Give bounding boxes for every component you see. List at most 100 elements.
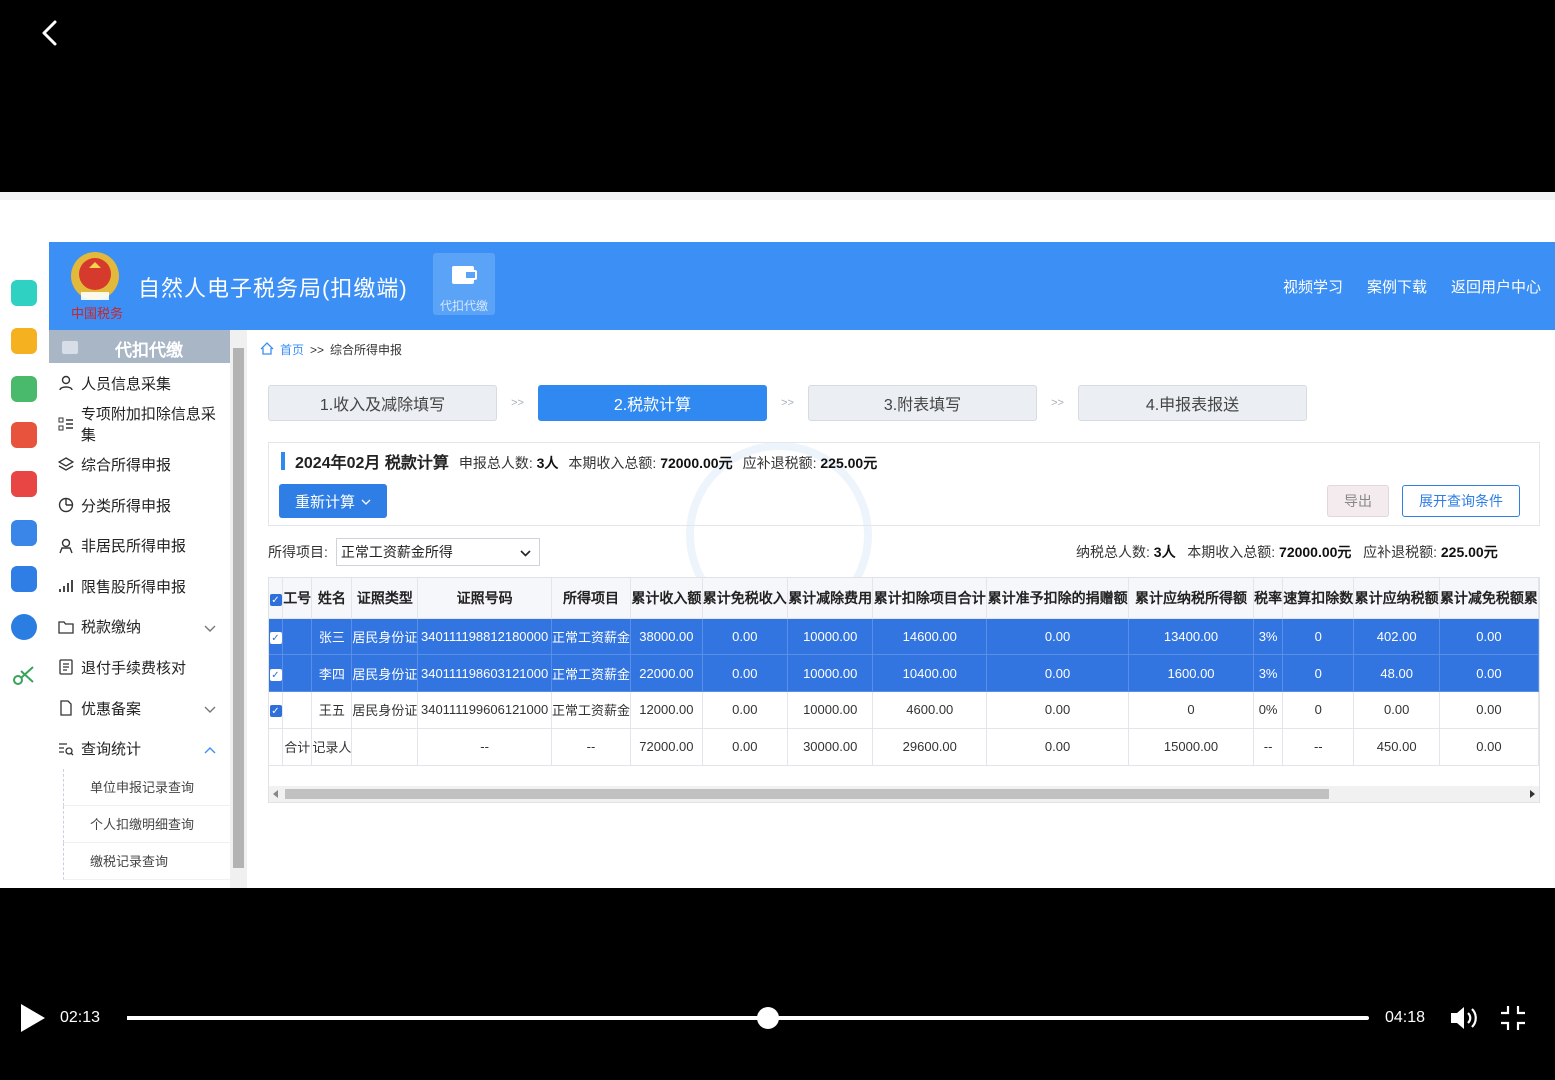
table-cell: 340111198812180000 <box>417 618 552 656</box>
sidebar-item-classified[interactable]: 分类所得申报 <box>49 485 230 526</box>
play-icon[interactable] <box>18 1002 48 1034</box>
col-header[interactable]: 累计免税收入 <box>702 578 789 619</box>
video-learning-link[interactable]: 视频学习 <box>1283 276 1343 297</box>
select-all-checkbox[interactable]: ✓ <box>269 578 283 619</box>
sidebar-item-non-resident[interactable]: 非居民所得申报 <box>49 525 230 566</box>
wallet-icon <box>452 266 477 284</box>
sidebar-item-special-deduction[interactable]: 专项附加扣除信息采集 <box>49 404 230 445</box>
sidebar-item-label: 税款缴纳 <box>81 619 142 637</box>
sidebar-item-personnel[interactable]: 人员信息采集 <box>49 363 230 404</box>
sidebar-item-query-stats[interactable]: 查询统计 <box>49 728 230 769</box>
sidebar-scrollbar[interactable] <box>230 330 247 888</box>
doc-ai-icon[interactable] <box>11 566 37 592</box>
col-header[interactable]: 累计准予扣除的捐赠额 <box>986 578 1129 619</box>
export-button[interactable]: 导出 <box>1327 485 1389 517</box>
sidebar-item-preferential-filing[interactable]: 优惠备案 <box>49 688 230 729</box>
star-app-icon[interactable] <box>11 328 37 354</box>
col-header[interactable]: 累计应纳税所得额 <box>1128 578 1255 619</box>
title-accent-bar <box>281 452 285 470</box>
col-header[interactable]: 累计应纳税额 <box>1353 578 1440 619</box>
table-cell: 15000.00 <box>1128 728 1255 766</box>
table-row[interactable]: ✓ 王五 居民身份证 340111199606121000 正常工资薪金 12000.00… <box>269 691 1539 729</box>
col-header[interactable]: 累计减除费用 <box>787 578 874 619</box>
row-checkbox[interactable]: ✓ <box>269 618 283 656</box>
breadcrumb-home[interactable]: 首页 <box>280 341 304 358</box>
sidebar-item-comprehensive[interactable]: 综合所得申报 <box>49 444 230 485</box>
step-submit[interactable]: 4.申报表报送 <box>1078 385 1307 421</box>
table-cell: 10000.00 <box>787 618 874 656</box>
back-arrow-icon[interactable] <box>36 18 66 48</box>
player-controls: 02:13 04:18 <box>0 990 1555 1050</box>
sub-item-personal-withholding-query[interactable]: 个人扣缴明细查询 <box>63 805 230 843</box>
col-header[interactable]: 证照类型 <box>351 578 419 619</box>
col-header[interactable]: 累计收入额 <box>630 578 703 619</box>
volume-icon[interactable] <box>1449 1004 1479 1032</box>
income-item-label: 所得项目: <box>268 544 328 560</box>
col-header[interactable]: 税率 <box>1253 578 1284 619</box>
sidebar-item-label: 分类所得申报 <box>81 497 172 515</box>
svg-text:中国税务: 中国税务 <box>71 306 123 322</box>
edit-ai-icon[interactable] <box>11 520 37 546</box>
sidebar-scroll-thumb[interactable] <box>233 348 244 868</box>
exit-fullscreen-icon[interactable] <box>1499 1004 1527 1032</box>
row-checkbox[interactable]: ✓ <box>269 691 283 729</box>
sidebar-item-label: 人员信息采集 <box>81 375 172 393</box>
table-cell: 340111198603121000 <box>417 654 552 693</box>
table-cell: 0.00 <box>986 654 1129 693</box>
scissors-icon[interactable] <box>11 662 37 688</box>
sidebar-item-refund-fee[interactable]: 退付手续费核对 <box>49 647 230 688</box>
totals-tax-value: 225.00元 <box>1440 544 1498 560</box>
translate-icon[interactable] <box>11 614 37 640</box>
step-attachment[interactable]: 3.附表填写 <box>808 385 1037 421</box>
pie-icon <box>57 496 75 514</box>
progress-knob[interactable] <box>756 1007 779 1029</box>
col-header[interactable]: 证照号码 <box>417 578 552 619</box>
income-label: 本期收入总额: <box>568 455 657 471</box>
table-cell: 10000.00 <box>787 691 874 729</box>
table-row[interactable]: ✓ 李四 居民身份证 340111198603121000 正常工资薪金 22000.00… <box>269 654 1539 693</box>
col-header[interactable]: 累计减免税额累 <box>1439 578 1539 619</box>
table-cell: 0.00 <box>986 728 1129 766</box>
totals-headcount-value: 3人 <box>1153 544 1176 560</box>
income-item-select[interactable]: 正常工资薪金所得 <box>335 538 540 566</box>
return-user-center-link[interactable]: 返回用户中心 <box>1451 276 1541 297</box>
col-header[interactable]: 所得项目 <box>551 578 632 619</box>
table-cell: 340111199606121000 <box>417 691 552 729</box>
step-income-deduction[interactable]: 1.收入及减除填写 <box>268 385 497 421</box>
row-checkbox[interactable]: ✓ <box>269 654 283 693</box>
sidebar-item-label: 退付手续费核对 <box>81 659 187 677</box>
module-tile-withholding[interactable]: 代扣代缴 <box>433 253 495 315</box>
step-wizard: 1.收入及减除填写 >> 2.税款计算 >> 3.附表填写 >> 4.申报表报送 <box>268 385 1307 421</box>
case-download-link[interactable]: 案例下载 <box>1367 276 1427 297</box>
table-cell: 0 <box>1128 691 1255 729</box>
record-ai-icon[interactable] <box>11 471 37 497</box>
scroll-right-icon[interactable] <box>1529 790 1535 798</box>
table-horizontal-scrollbar[interactable] <box>269 786 1539 802</box>
table-cell: 王五 <box>311 691 353 729</box>
sidebar-item-restricted-stock[interactable]: 限售股所得申报 <box>49 566 230 607</box>
tax-emblem-logo: 中国税务 <box>67 248 123 322</box>
sub-item-tax-payment-query[interactable]: 缴税记录查询 <box>63 842 230 880</box>
expand-query-button[interactable]: 展开查询条件 <box>1402 485 1520 517</box>
wallet-icon <box>62 341 78 354</box>
col-header[interactable]: 累计扣除项目合计 <box>872 578 988 619</box>
table-row[interactable]: ✓ 张三 居民身份证 340111198812180000 正常工资薪金 38000.00… <box>269 618 1539 656</box>
table-cell: 402.00 <box>1353 618 1440 656</box>
income-item-value: 正常工资薪金所得 <box>340 544 453 560</box>
recalculate-button[interactable]: 重新计算 <box>279 484 387 518</box>
col-header[interactable]: 速算扣除数 <box>1282 578 1355 619</box>
sidebar-item-tax-payment[interactable]: 税款缴纳 <box>49 607 230 648</box>
pdf-ai-icon[interactable] <box>11 422 37 448</box>
table-cell: 3% <box>1253 654 1284 693</box>
table-scroll-thumb[interactable] <box>285 789 1329 799</box>
plus-app-icon[interactable] <box>11 280 37 306</box>
image-ai-icon[interactable] <box>11 376 37 402</box>
scroll-left-icon[interactable] <box>273 790 279 798</box>
table-cell: 李四 <box>311 654 353 693</box>
progress-track[interactable] <box>127 1007 1369 1029</box>
step-tax-calculation[interactable]: 2.税款计算 <box>538 385 767 421</box>
module-tile-label: 代扣代缴 <box>439 299 488 313</box>
col-header[interactable]: 工号 <box>282 578 313 619</box>
col-header[interactable]: 姓名 <box>311 578 353 619</box>
sub-item-unit-filing-query[interactable]: 单位申报记录查询 <box>63 768 230 806</box>
